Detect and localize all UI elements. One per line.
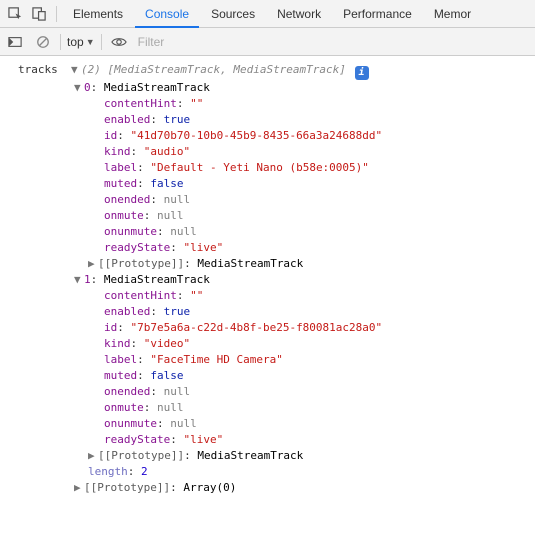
property-row[interactable]: id: "41d70b70-10b0-45b9-8435-66a3a24688d…	[4, 128, 531, 144]
property-row[interactable]: onunmute: null	[4, 224, 531, 240]
prototype-row[interactable]: ▶[[Prototype]]: MediaStreamTrack	[4, 448, 531, 464]
property-row[interactable]: muted: false	[4, 176, 531, 192]
disclosure-triangle-icon[interactable]: ▶	[74, 480, 84, 496]
object-type: MediaStreamTrack	[104, 81, 210, 94]
property-row[interactable]: enabled: true	[4, 112, 531, 128]
device-toggle-icon[interactable]	[28, 3, 50, 25]
disclosure-triangle-icon[interactable]: ▶	[88, 448, 98, 464]
tab-network[interactable]: Network	[267, 0, 331, 28]
separator	[60, 34, 61, 50]
console-output: tracks ▼(2) [MediaStreamTrack, MediaStre…	[0, 56, 535, 500]
property-row[interactable]: onmute: null	[4, 400, 531, 416]
disclosure-triangle-icon[interactable]: ▶	[88, 256, 98, 272]
log-entry-tracks[interactable]: tracks ▼(2) [MediaStreamTrack, MediaStre…	[4, 62, 531, 80]
property-row[interactable]: muted: false	[4, 368, 531, 384]
disclosure-triangle-icon[interactable]: ▼	[74, 80, 84, 96]
property-row[interactable]: onended: null	[4, 192, 531, 208]
property-row[interactable]: kind: "video"	[4, 336, 531, 352]
property-row[interactable]: contentHint: ""	[4, 96, 531, 112]
array-index: 1	[84, 273, 91, 286]
filter-input[interactable]	[136, 32, 531, 52]
array-item[interactable]: ▼0: MediaStreamTrack	[4, 80, 531, 96]
property-row[interactable]: label: "FaceTime HD Camera"	[4, 352, 531, 368]
tab-performance[interactable]: Performance	[333, 0, 422, 28]
context-selector[interactable]: top ▼	[67, 35, 95, 49]
array-length: (2)	[81, 63, 101, 76]
tab-memory[interactable]: Memor	[424, 0, 481, 28]
chevron-down-icon: ▼	[86, 37, 95, 47]
tab-console[interactable]: Console	[135, 0, 199, 28]
info-icon[interactable]: i	[355, 66, 369, 80]
length-row[interactable]: length: 2	[4, 464, 531, 480]
property-row[interactable]: label: "Default - Yeti Nano (b58e:0005)"	[4, 160, 531, 176]
context-label: top	[67, 35, 84, 49]
property-row[interactable]: readyState: "live"	[4, 240, 531, 256]
array-item[interactable]: ▼1: MediaStreamTrack	[4, 272, 531, 288]
property-row[interactable]: onunmute: null	[4, 416, 531, 432]
prototype-row[interactable]: ▶[[Prototype]]: Array(0)	[4, 480, 531, 496]
sidebar-toggle-icon[interactable]	[4, 31, 26, 53]
array-index: 0	[84, 81, 91, 94]
property-row[interactable]: onmute: null	[4, 208, 531, 224]
tab-sources[interactable]: Sources	[201, 0, 265, 28]
property-row[interactable]: id: "7b7e5a6a-c22d-4b8f-be25-f80081ac28a…	[4, 320, 531, 336]
property-row[interactable]: onended: null	[4, 384, 531, 400]
clear-console-icon[interactable]	[32, 31, 54, 53]
console-toolbar: top ▼	[0, 28, 535, 56]
separator	[101, 34, 102, 50]
variable-name: tracks	[18, 63, 58, 76]
property-row[interactable]: enabled: true	[4, 304, 531, 320]
tab-elements[interactable]: Elements	[63, 0, 133, 28]
eye-icon[interactable]	[108, 31, 130, 53]
disclosure-triangle-icon[interactable]: ▼	[74, 272, 84, 288]
prototype-row[interactable]: ▶[[Prototype]]: MediaStreamTrack	[4, 256, 531, 272]
property-row[interactable]: contentHint: ""	[4, 288, 531, 304]
inspect-icon[interactable]	[4, 3, 26, 25]
devtools-tabbar: Elements Console Sources Network Perform…	[0, 0, 535, 28]
object-type: MediaStreamTrack	[104, 273, 210, 286]
property-row[interactable]: kind: "audio"	[4, 144, 531, 160]
array-preview: [MediaStreamTrack, MediaStreamTrack]	[108, 63, 346, 76]
separator	[56, 6, 57, 22]
property-row[interactable]: readyState: "live"	[4, 432, 531, 448]
disclosure-triangle-icon[interactable]: ▼	[71, 62, 81, 78]
